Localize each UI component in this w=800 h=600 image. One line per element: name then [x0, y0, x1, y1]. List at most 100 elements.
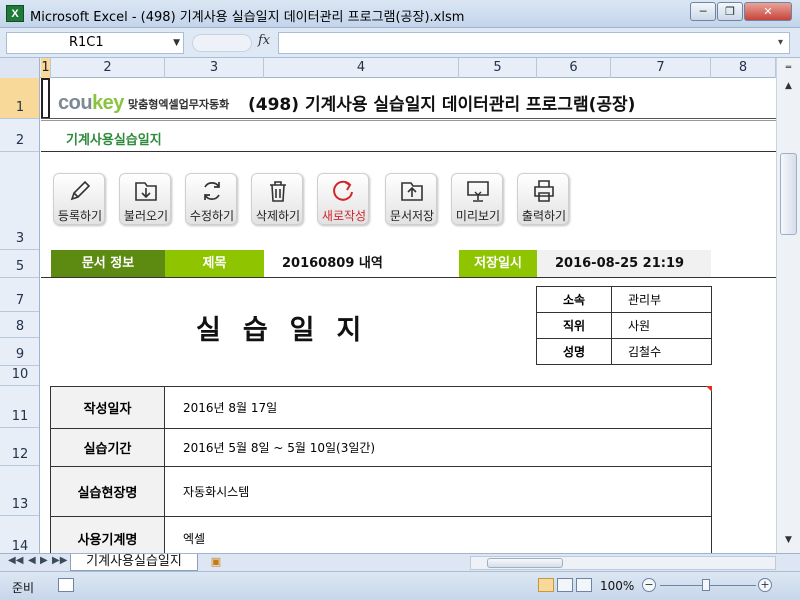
delete-button[interactable]: 삭제하기 [251, 173, 303, 225]
table-row: 직위 사원 [536, 312, 712, 339]
machine-name-value[interactable]: 엑셀 [164, 516, 712, 553]
active-cell-selection [41, 78, 50, 119]
worksheet-grid[interactable]: coukey 맞춤형엑셀업무자동화 (498) 기계사용 실습일지 데이터관리 … [41, 78, 776, 553]
row-header[interactable]: 2 [0, 119, 39, 152]
row-header[interactable]: 7 [0, 278, 39, 312]
vertical-scrollbar[interactable]: ═ ▲ ▼ [776, 58, 800, 553]
print-button[interactable]: 출력하기 [517, 173, 569, 225]
row-header[interactable]: 5 [0, 250, 39, 278]
maximize-button[interactable]: ❐ [717, 2, 743, 21]
page-layout-view-icon[interactable] [557, 578, 573, 592]
column-header[interactable]: 8 [711, 58, 776, 78]
select-all-corner[interactable] [0, 58, 40, 78]
coukey-logo: coukey [58, 92, 124, 115]
site-name-label: 실습현장명 [50, 466, 165, 517]
row-header[interactable]: 12 [0, 428, 39, 466]
row-header[interactable]: 1 [0, 78, 39, 119]
last-sheet-icon[interactable]: ▶▶ [52, 555, 67, 566]
row-header[interactable]: 13 [0, 466, 39, 516]
horizontal-scrollbar[interactable] [470, 556, 776, 570]
column-header[interactable]: 6 [537, 58, 611, 78]
scroll-down-icon[interactable]: ▼ [779, 532, 798, 549]
scroll-thumb[interactable] [487, 558, 563, 568]
title-bar: X Microsoft Excel - (498) 기계사용 실습일지 데이터관… [0, 0, 800, 28]
prev-sheet-icon[interactable]: ◀ [28, 555, 36, 566]
divider [41, 151, 776, 152]
column-header[interactable]: 2 [51, 58, 165, 78]
subject-label: 제목 [165, 250, 264, 277]
page-break-view-icon[interactable] [576, 578, 592, 592]
next-sheet-icon[interactable]: ▶ [40, 555, 48, 566]
edit-button[interactable]: 수정하기 [185, 173, 237, 225]
row-header[interactable]: 11 [0, 386, 39, 428]
expand-formula-bar-icon[interactable]: ▾ [778, 37, 798, 48]
first-sheet-icon[interactable]: ◀◀ [8, 555, 23, 566]
column-header[interactable]: 4 [264, 58, 459, 78]
zoom-slider-thumb[interactable] [702, 579, 710, 591]
column-header[interactable]: 3 [165, 58, 264, 78]
printer-icon [534, 180, 554, 202]
save-document-button[interactable]: 문서저장 [385, 173, 437, 225]
person-info-table: 소속 관리부 직위 사원 성명 김철수 [536, 286, 712, 365]
column-header[interactable]: 5 [459, 58, 537, 78]
macro-record-icon[interactable] [58, 578, 74, 592]
split-handle[interactable]: ═ [779, 60, 798, 77]
chevron-down-icon[interactable]: ▼ [173, 33, 180, 53]
training-period-value[interactable]: 2016년 5월 8일 ~ 5월 10일(3일간) [164, 428, 712, 467]
scroll-thumb[interactable] [780, 153, 797, 235]
close-button[interactable]: ✕ [744, 2, 792, 21]
sheet-subtitle: 기계사용실습일지 [66, 133, 162, 148]
load-button[interactable]: 불러오기 [119, 173, 171, 225]
table-row: 실습현장명 자동화시스템 [50, 466, 712, 517]
load-label: 불러오기 [123, 209, 169, 223]
row-header[interactable]: 14 [0, 516, 39, 553]
name-label: 성명 [536, 338, 612, 365]
position-value[interactable]: 사원 [611, 312, 712, 339]
divider [41, 118, 776, 119]
minimize-button[interactable]: ─ [690, 2, 716, 21]
new-document-label: 새로작성 [321, 209, 367, 223]
row-header[interactable]: 8 [0, 312, 39, 338]
insert-function-button[interactable]: fx [258, 33, 270, 48]
divider [41, 120, 776, 121]
journal-details-table: 작성일자 2016년 8월 17일 실습기간 2016년 5월 8일 ~ 5월 … [50, 386, 712, 553]
saved-at-value[interactable]: 2016-08-25 21:19 [537, 250, 711, 277]
formula-cancel-enter-group [192, 34, 252, 52]
position-label: 직위 [536, 312, 612, 339]
save-folder-icon [401, 182, 423, 201]
row-header[interactable]: 10 [0, 366, 39, 386]
row-header[interactable]: 9 [0, 338, 39, 366]
monitor-icon [467, 181, 489, 202]
zoom-out-icon[interactable]: − [642, 578, 656, 592]
excel-app-icon[interactable]: X [6, 5, 24, 22]
zoom-level[interactable]: 100% [600, 579, 634, 593]
edit-label: 수정하기 [189, 209, 235, 223]
formula-bar: R1C1 ▼ fx ▾ [0, 28, 800, 58]
table-row: 실습기간 2016년 5월 8일 ~ 5월 10일(3일간) [50, 428, 712, 467]
department-value[interactable]: 관리부 [611, 286, 712, 313]
preview-button[interactable]: 미리보기 [451, 173, 503, 225]
column-header[interactable]: 1 [41, 58, 51, 78]
pencil-icon [70, 180, 91, 201]
row-header[interactable]: 3 [0, 152, 39, 250]
new-document-button[interactable]: 새로작성 [317, 173, 369, 225]
sheet-tab[interactable]: 기계사용실습일지 [70, 554, 198, 571]
window-title: Microsoft Excel - (498) 기계사용 실습일지 데이터관리 … [30, 10, 465, 25]
insert-sheet-icon[interactable]: ▣ [206, 554, 226, 570]
save-document-label: 문서저장 [389, 209, 435, 223]
trash-icon [270, 181, 286, 202]
normal-view-icon[interactable] [538, 578, 554, 592]
saved-at-label: 저장일시 [459, 250, 537, 277]
formula-input[interactable] [278, 32, 790, 54]
zoom-in-icon[interactable]: + [758, 578, 772, 592]
comment-indicator[interactable] [706, 386, 712, 392]
subject-value[interactable]: 20160809 내역 [264, 250, 459, 277]
scroll-up-icon[interactable]: ▲ [779, 78, 798, 95]
register-button[interactable]: 등록하기 [53, 173, 105, 225]
name-value[interactable]: 김철수 [611, 338, 712, 365]
site-name-value[interactable]: 자동화시스템 [164, 466, 712, 517]
column-header[interactable]: 7 [611, 58, 711, 78]
name-box[interactable]: R1C1 ▼ [6, 32, 184, 54]
training-period-label: 실습기간 [50, 428, 165, 467]
written-date-value[interactable]: 2016년 8월 17일 [164, 386, 712, 429]
